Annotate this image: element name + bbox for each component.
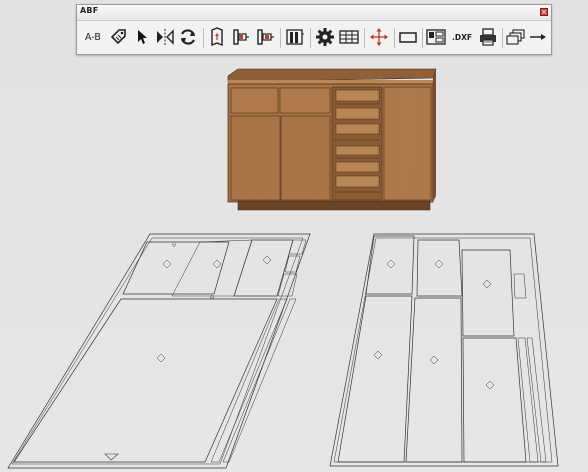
move-button[interactable] xyxy=(367,24,391,50)
flip-icon xyxy=(157,29,174,45)
toolbar-separator xyxy=(280,28,281,48)
dxf-export-button[interactable]: .DXF xyxy=(448,24,476,50)
hardware-icon xyxy=(233,29,249,45)
edge-banding-icon xyxy=(211,27,223,47)
wardrobe-model[interactable] xyxy=(222,68,439,214)
table-button[interactable] xyxy=(337,24,361,50)
toolbar-separator xyxy=(203,28,204,48)
table-icon xyxy=(339,30,359,44)
nesting-sheet-right[interactable] xyxy=(326,230,588,472)
abf-toolbar-window[interactable]: ABF × A-B .DXF xyxy=(76,4,552,55)
layout-icon xyxy=(426,29,446,45)
panels-button[interactable] xyxy=(283,24,307,50)
refresh-icon xyxy=(180,29,196,45)
print-button[interactable] xyxy=(476,24,500,50)
edge-banding-button[interactable] xyxy=(205,24,229,50)
hardware-button-1[interactable] xyxy=(229,24,253,50)
close-icon[interactable]: × xyxy=(540,8,548,16)
toolbar-separator xyxy=(310,28,311,48)
layout-button[interactable] xyxy=(424,24,448,50)
settings-button[interactable] xyxy=(313,24,337,50)
dxf-label: .DXF xyxy=(452,32,472,42)
toolbar-separator xyxy=(422,28,423,48)
line-button[interactable] xyxy=(526,24,550,50)
gear-icon xyxy=(316,28,334,46)
move-icon xyxy=(370,28,388,46)
stack-button[interactable] xyxy=(504,24,528,50)
hardware-button-2[interactable] xyxy=(253,24,277,50)
a-b-label: A-B xyxy=(85,31,101,43)
hardware-icon xyxy=(257,29,274,45)
tag-button[interactable] xyxy=(107,24,131,50)
toolbar-separator xyxy=(364,28,365,48)
nesting-sheet-left[interactable] xyxy=(0,230,320,472)
rectangle-button[interactable] xyxy=(396,24,420,50)
printer-icon xyxy=(480,28,496,46)
toolbar-separator xyxy=(502,28,503,48)
flip-button[interactable] xyxy=(153,24,177,50)
panels-icon xyxy=(286,29,304,45)
a-b-button[interactable]: A-B xyxy=(80,24,106,50)
stack-icon xyxy=(506,29,525,45)
toolbar-titlebar[interactable]: ABF × xyxy=(77,5,551,21)
select-button[interactable] xyxy=(130,24,154,50)
tag-icon xyxy=(110,29,126,45)
refresh-button[interactable] xyxy=(176,24,200,50)
arrow-line-icon xyxy=(530,34,546,40)
rectangle-icon xyxy=(399,32,417,43)
toolbar-title: ABF xyxy=(80,6,99,15)
cursor-icon xyxy=(138,30,147,44)
toolbar-buttons: A-B .DXF xyxy=(79,22,549,52)
toolbar-separator xyxy=(394,28,395,48)
3d-viewport[interactable]: ABF × A-B .DXF xyxy=(0,0,588,472)
